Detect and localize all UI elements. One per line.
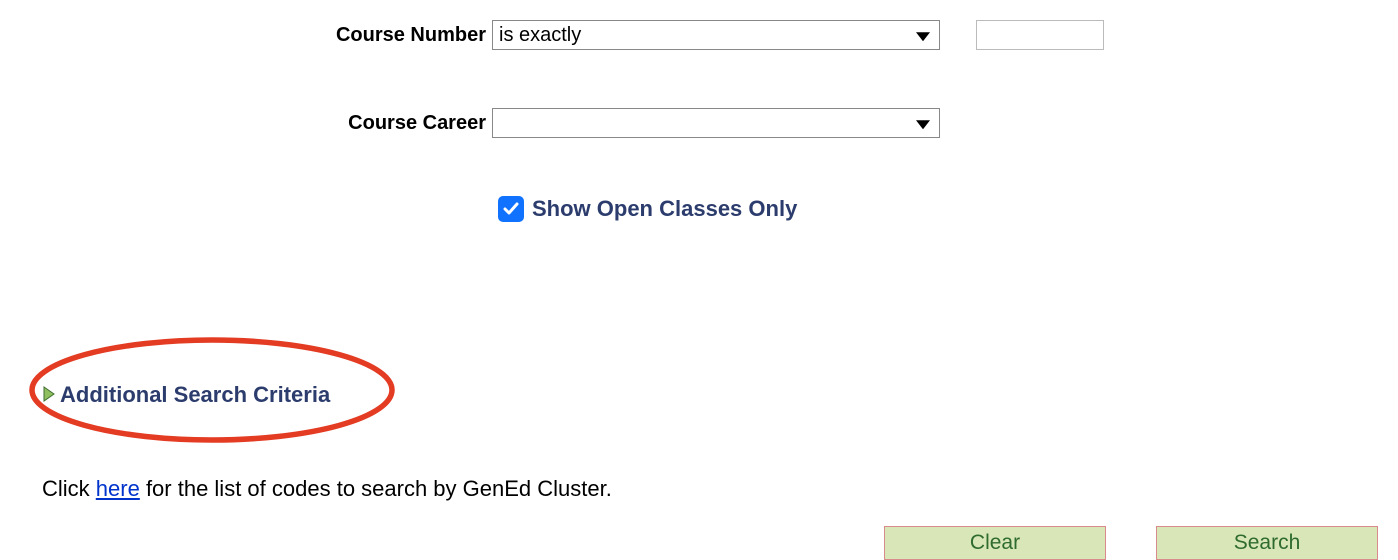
additional-search-criteria-label: Additional Search Criteria	[60, 382, 330, 408]
clear-button[interactable]: Clear	[884, 526, 1106, 560]
show-open-only-group: Show Open Classes Only	[498, 196, 797, 222]
gened-help-prefix: Click	[42, 476, 96, 501]
course-number-operator-select[interactable]: is exactly	[492, 20, 940, 50]
class-search-form: Course Number is exactly Course Career S…	[0, 0, 1398, 222]
course-number-label: Course Number	[0, 24, 492, 47]
course-number-row: Course Number is exactly	[0, 20, 1398, 50]
search-button[interactable]: Search	[1156, 526, 1378, 560]
course-career-label: Course Career	[0, 112, 492, 135]
checkmark-icon	[502, 200, 520, 218]
course-number-operator-wrap: is exactly	[492, 20, 940, 50]
show-open-only-checkbox[interactable]	[498, 196, 524, 222]
expand-right-icon	[42, 382, 56, 408]
additional-search-criteria-section: Additional Search Criteria	[42, 382, 1398, 408]
gened-help-link[interactable]: here	[96, 476, 140, 501]
gened-help-text: Click here for the list of codes to sear…	[42, 476, 1398, 502]
show-open-only-label: Show Open Classes Only	[532, 196, 797, 222]
additional-search-criteria-toggle[interactable]: Additional Search Criteria	[42, 382, 330, 408]
course-career-select-wrap	[492, 108, 940, 138]
show-open-only-row: Show Open Classes Only	[0, 196, 1398, 222]
course-career-row: Course Career	[0, 108, 1398, 138]
course-number-input[interactable]	[976, 20, 1104, 50]
action-buttons-row: Clear Search	[0, 526, 1398, 560]
gened-help-suffix: for the list of codes to search by GenEd…	[140, 476, 612, 501]
course-career-select[interactable]	[492, 108, 940, 138]
